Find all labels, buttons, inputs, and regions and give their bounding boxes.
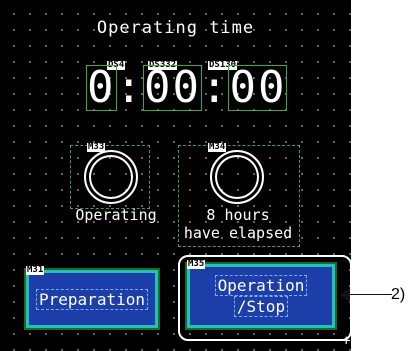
operating-label: Operating — [75, 206, 157, 224]
elapsed-lamp — [210, 150, 264, 204]
elapsed-label-line2: have elapsed — [183, 224, 293, 242]
minutes-value: 00 — [143, 62, 202, 113]
preparation-button-label: Preparation — [36, 288, 148, 310]
separator-2: : — [200, 62, 230, 113]
operating-lamp — [84, 150, 138, 204]
operating-time-display: 0:00:00 — [86, 62, 288, 113]
callout-label: 2) — [391, 286, 406, 303]
screen-title: Operating time — [96, 18, 255, 38]
callout-arrow-icon — [340, 288, 350, 302]
elapsed-label-line1: 8 hours — [206, 206, 270, 224]
callout-highlight-frame — [178, 255, 352, 341]
seconds-value: 00 — [228, 62, 288, 113]
callout-leader-line — [350, 294, 392, 295]
hours-value: 0 — [86, 62, 117, 113]
separator-1: : — [115, 62, 144, 113]
tag-preparation: M31 — [26, 265, 45, 275]
preparation-button[interactable]: Preparation — [24, 268, 160, 330]
tag-lamp-elapsed: M34 — [208, 142, 227, 152]
